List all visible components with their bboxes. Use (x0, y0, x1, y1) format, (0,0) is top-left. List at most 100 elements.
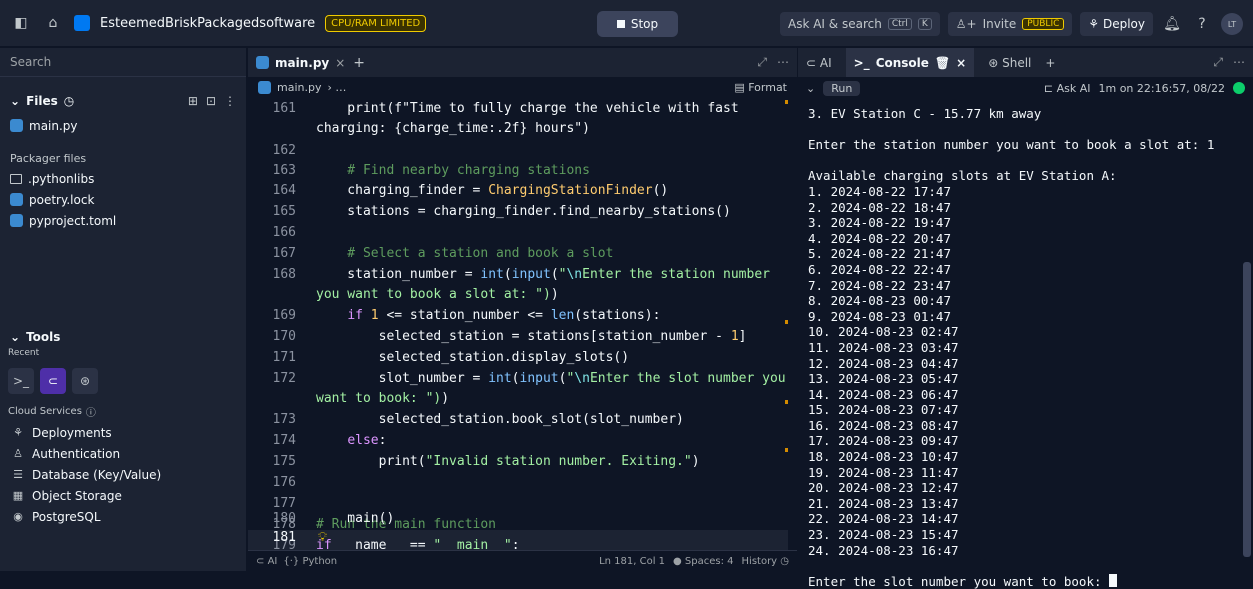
project-title[interactable]: EsteemedBriskPackagedsoftware (100, 16, 315, 31)
warning-mark (785, 320, 788, 324)
console-line: 13. 2024-08-23 05:47 (808, 371, 959, 387)
console-line: 8. 2024-08-23 00:47 (808, 293, 951, 309)
search-input[interactable]: Search (0, 48, 246, 77)
file-pyproject-toml[interactable]: pyproject.toml (0, 210, 246, 231)
console-line: 18. 2024-08-23 10:47 (808, 449, 959, 465)
console-line: 22. 2024-08-23 14:47 (808, 511, 959, 527)
chevron-down-icon[interactable]: ⌄ (806, 82, 815, 95)
console-line: 3. EV Station C - 15.77 km away (808, 106, 1042, 121)
file-main-py[interactable]: main.py (0, 115, 246, 136)
console-line: 23. 2024-08-23 15:47 (808, 527, 959, 543)
console-line: 11. 2024-08-23 03:47 (808, 339, 959, 355)
console-line: Available charging slots at EV Station A… (808, 168, 1117, 184)
ai-tool-icon[interactable]: ⊂ (40, 368, 66, 394)
new-tab-icon[interactable]: + (353, 55, 365, 71)
top-actions: Ask AI & search Ctrl K ♙+ Invite PUBLIC ⚘ De… (780, 10, 1243, 38)
history-button[interactable]: History ◷ (742, 556, 789, 567)
resource-badge[interactable]: CPU/RAM LIMITED (325, 14, 427, 32)
ask-ai-search[interactable]: Ask AI & search Ctrl K (780, 12, 940, 36)
service-object-storage[interactable]: ▦ Object Storage (0, 485, 247, 506)
status-dot (1233, 82, 1245, 94)
console-line: 5. 2024-08-22 21:47 (808, 246, 951, 262)
console-line: 19. 2024-08-23 11:47 (808, 464, 959, 480)
new-file-icon[interactable]: ⊞ (188, 94, 198, 108)
code-editor: main.py × + ⤢ ⋯ main.py › … ▤ Format 161 pri… (248, 48, 797, 571)
ai-status[interactable]: ⊂ AI (256, 556, 277, 567)
console-line: 21. 2024-08-23 13:47 (808, 495, 959, 511)
console-line: 2. 2024-08-22 18:47 (808, 199, 951, 215)
run-time: 1m on 22:16:57, 08/22 (1098, 81, 1225, 95)
console-tool-icon[interactable]: >_ (8, 368, 34, 394)
console-line: Enter the station number you want to boo… (808, 137, 1215, 153)
tab-main-py[interactable]: main.py × (256, 56, 345, 70)
repl-icon (74, 15, 90, 31)
editor-status-bar: ⊂ AI {·} Python Ln 181, Col 1 ● Spaces: 4… (248, 550, 797, 571)
tools-header[interactable]: ⌄ Tools (0, 326, 247, 348)
close-icon[interactable]: × (956, 56, 966, 70)
new-folder-icon[interactable]: ⊡ (206, 94, 216, 108)
more-icon[interactable]: ⋯ (777, 55, 789, 70)
service-deployments[interactable]: ⚘ Deployments (0, 422, 247, 443)
more-icon[interactable]: ⋮ (224, 94, 236, 108)
console-output[interactable]: 3. EV Station C - 15.77 km away Enter th… (808, 106, 1248, 589)
format-button[interactable]: ▤ Format (734, 81, 787, 94)
history-icon: ◷ (63, 94, 75, 108)
expand-icon[interactable]: ⤢ (757, 55, 767, 70)
stop-button[interactable]: Stop (597, 11, 678, 37)
home-icon[interactable]: ⌂ (42, 12, 64, 34)
expand-icon[interactable]: ⤢ (1213, 55, 1223, 70)
bell-icon[interactable]: 🔔︎ (1161, 13, 1183, 35)
folder-icon (10, 173, 22, 184)
postgres-icon: ◉ (13, 510, 23, 523)
tab-console[interactable]: >_ Console 🗑︎ × (845, 48, 975, 77)
new-tab-icon[interactable]: + (1045, 56, 1055, 70)
tab-shell[interactable]: ⊛ Shell (988, 56, 1031, 70)
scrollbar[interactable] (1243, 262, 1251, 557)
breadcrumb: main.py › … ▤ Format (248, 77, 797, 98)
console-line: 17. 2024-08-23 09:47 (808, 433, 959, 449)
console-toolbar: ⌄ Run ⊏ Ask AI 1m on 22:16:57, 08/22 (798, 77, 1253, 99)
toml-icon (10, 214, 23, 227)
python-file-icon (258, 81, 271, 94)
poetry-icon (10, 193, 23, 206)
console-line: 4. 2024-08-22 20:47 (808, 230, 951, 246)
console-icon: >_ (853, 55, 870, 70)
auth-icon: ♙ (13, 447, 23, 460)
console-line: 12. 2024-08-23 04:47 (808, 355, 959, 371)
console-line: 14. 2024-08-23 06:47 (808, 386, 959, 402)
service-authentication[interactable]: ♙ Authentication (0, 443, 247, 464)
deploy-button[interactable]: ⚘ Deploy (1080, 12, 1153, 36)
ask-ai-button[interactable]: ⊏ Ask AI (1044, 82, 1091, 95)
console-line: Enter the slot number you want to book: (808, 573, 1110, 589)
service-postgresql[interactable]: ◉ PostgreSQL (0, 506, 247, 527)
console-lines: 3. EV Station C - 15.77 km away Enter th… (808, 106, 1214, 589)
close-icon[interactable]: × (335, 56, 345, 70)
folder-pythonlibs[interactable]: .pythonlibs (0, 168, 246, 189)
code-area[interactable]: 161 print(f"Time to fully charge the veh… (248, 98, 797, 553)
console-line: 9. 2024-08-23 01:47 (808, 308, 951, 324)
python-file-icon (256, 56, 269, 69)
invite-button[interactable]: ♙+ Invite PUBLIC (947, 12, 1073, 36)
help-icon[interactable]: ? (1191, 13, 1213, 35)
language-status[interactable]: {·} Python (283, 556, 337, 567)
spaces-setting[interactable]: ● Spaces: 4 (673, 556, 734, 567)
more-icon[interactable]: ⋯ (1233, 55, 1245, 70)
trash-icon[interactable]: 🗑︎ (935, 56, 950, 70)
editor-tabs: main.py × + ⤢ ⋯ (248, 48, 797, 77)
files-header[interactable]: ⌄ Files ◷ ⊞ ⊡ ⋮ (0, 87, 246, 115)
warning-mark (785, 400, 788, 404)
console-line: 10. 2024-08-23 02:47 (808, 324, 959, 340)
avatar[interactable]: LT (1221, 13, 1243, 35)
tab-ai[interactable]: ⊂ AI (806, 56, 832, 70)
cloud-services-label: Cloud Services ⓘ (8, 404, 96, 419)
console-line: 7. 2024-08-22 23:47 (808, 277, 951, 293)
file-poetry-lock[interactable]: poetry.lock (0, 189, 246, 210)
python-file-icon (10, 119, 23, 132)
lightbulb-icon[interactable]: 💡︎ (318, 530, 327, 545)
info-icon[interactable]: ⓘ (86, 404, 96, 419)
service-database[interactable]: ☰ Database (Key/Value) (0, 464, 247, 485)
sidebar-toggle-icon[interactable]: ◧ (10, 12, 32, 34)
shell-tool-icon[interactable]: ⊛ (72, 368, 98, 394)
cursor-position[interactable]: Ln 181, Col 1 (599, 556, 665, 567)
run-button[interactable]: Run (823, 80, 861, 96)
